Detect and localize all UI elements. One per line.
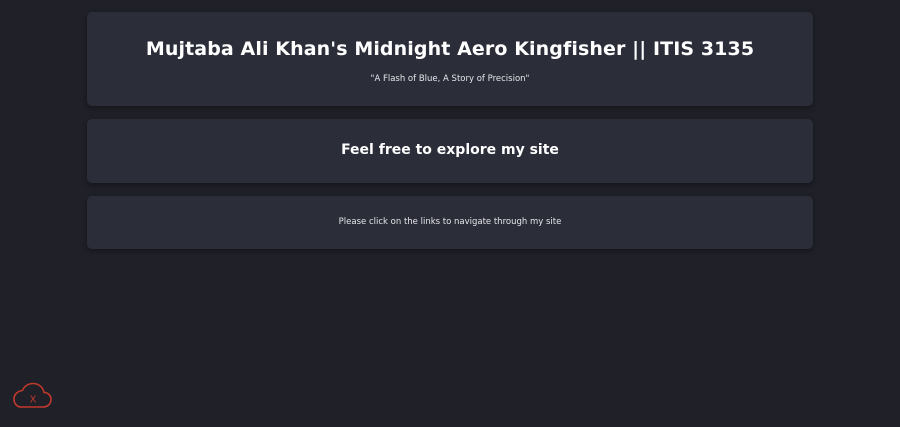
welcome-heading: Feel free to explore my site [341,142,559,158]
page-title: Mujtaba Ali Khan's Midnight Aero Kingfis… [145,38,755,60]
cloud-x-icon: X [13,382,52,408]
page: Mujtaba Ali Khan's Midnight Aero Kingfis… [0,0,900,427]
info-card: Please click on the links to navigate th… [87,196,813,249]
info-text: Please click on the links to navigate th… [338,217,562,227]
cloud-widget-label: X [30,395,37,406]
cloud-status-button[interactable]: X [12,381,52,411]
page-tagline: "A Flash of Blue, A Story of Precision" [370,74,530,84]
welcome-card: Feel free to explore my site [87,119,813,183]
header-card: Mujtaba Ali Khan's Midnight Aero Kingfis… [87,12,813,106]
